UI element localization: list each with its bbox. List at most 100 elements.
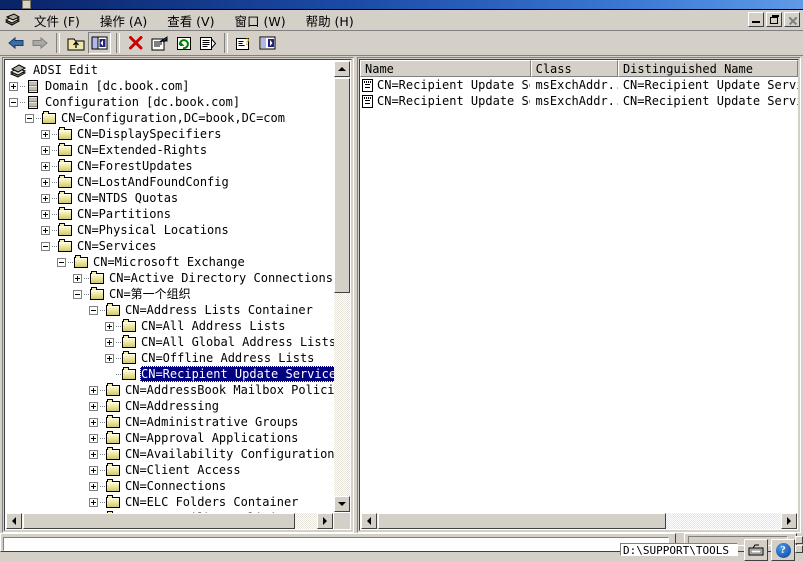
- expand-icon[interactable]: [105, 354, 114, 363]
- expand-icon[interactable]: [105, 322, 114, 331]
- expand-icon[interactable]: [41, 162, 50, 171]
- tree-item[interactable]: CN=第一个组织: [5, 286, 334, 302]
- tree-scroll-area[interactable]: ADSI EditDomain [dc.book.com]Configurati…: [5, 60, 334, 513]
- collapse-icon[interactable]: [9, 98, 18, 107]
- tree-view[interactable]: ADSI EditDomain [dc.book.com]Configurati…: [5, 60, 334, 513]
- tree-item[interactable]: CN=NTDS Quotas: [5, 190, 334, 206]
- tree-item[interactable]: CN=AddressBook Mailbox Policies: [5, 382, 334, 398]
- list-row[interactable]: CN=Recipient Update Ser...msExchAddr...C…: [360, 77, 798, 93]
- back-button[interactable]: [4, 32, 27, 54]
- expand-icon[interactable]: [105, 338, 114, 347]
- tree-item[interactable]: CN=Administrative Groups: [5, 414, 334, 430]
- tree-item[interactable]: CN=Microsoft Exchange: [5, 254, 334, 270]
- tree-item[interactable]: Domain [dc.book.com]: [5, 78, 334, 94]
- list-scroll-left-button[interactable]: [361, 513, 377, 529]
- tree-item[interactable]: CN=Address Lists Container: [5, 302, 334, 318]
- expand-icon[interactable]: [89, 402, 98, 411]
- expand-icon[interactable]: [89, 434, 98, 443]
- tree-item[interactable]: CN=All Address Lists: [5, 318, 334, 334]
- tree-item[interactable]: CN=Client Access: [5, 462, 334, 478]
- tree-item[interactable]: CN=DisplaySpecifiers: [5, 126, 334, 142]
- list-row[interactable]: CN=Recipient Update Ser...msExchAddr...C…: [360, 93, 798, 109]
- spinner-up-button[interactable]: [795, 536, 803, 544]
- list-view[interactable]: NameClassDistinguished Name CN=Recipient…: [360, 60, 798, 513]
- tree-scroll-down-button[interactable]: [334, 496, 350, 512]
- expand-icon[interactable]: [89, 498, 98, 507]
- expand-icon[interactable]: [89, 450, 98, 459]
- collapse-icon[interactable]: [41, 242, 50, 251]
- forward-button[interactable]: [28, 32, 51, 54]
- tree-scroll-up-button[interactable]: [334, 61, 350, 77]
- menu-action[interactable]: 操作 (A): [90, 9, 157, 32]
- collapse-icon[interactable]: [25, 114, 34, 123]
- export-list-button[interactable]: [196, 32, 219, 54]
- tree-vertical-scrollbar[interactable]: [334, 61, 350, 512]
- show-details-button[interactable]: [256, 32, 279, 54]
- tree-item[interactable]: CN=Extended-Rights: [5, 142, 334, 158]
- show-hide-tree-button[interactable]: [88, 32, 111, 54]
- app-system-icon[interactable]: [4, 13, 21, 28]
- list-column-header[interactable]: Distinguished Name: [618, 60, 798, 77]
- tree-item[interactable]: CN=Offline Address Lists: [5, 350, 334, 366]
- tree-item-root[interactable]: ADSI Edit: [5, 62, 334, 78]
- list-header[interactable]: NameClassDistinguished Name: [360, 60, 798, 77]
- list-scroll-right-button[interactable]: [781, 513, 797, 529]
- properties-button[interactable]: [148, 32, 171, 54]
- expand-icon[interactable]: [9, 82, 18, 91]
- help-icon-button[interactable]: ?: [771, 539, 795, 561]
- expand-icon[interactable]: [41, 226, 50, 235]
- tree-item[interactable]: Configuration [dc.book.com]: [5, 94, 334, 110]
- list-hscroll-thumb[interactable]: [378, 513, 666, 529]
- menu-window[interactable]: 窗口 (W): [224, 9, 295, 32]
- up-one-level-button[interactable]: [64, 32, 87, 54]
- expand-icon[interactable]: [41, 130, 50, 139]
- mdi-close-button[interactable]: [784, 12, 800, 27]
- expand-icon[interactable]: [41, 178, 50, 187]
- tree-item[interactable]: CN=Connections: [5, 478, 334, 494]
- refresh-button[interactable]: [172, 32, 195, 54]
- collapse-icon[interactable]: [57, 258, 66, 267]
- expand-icon[interactable]: [89, 386, 98, 395]
- tree-scroll-left-button[interactable]: [6, 513, 22, 529]
- tree-item[interactable]: CN=Configuration,DC=book,DC=com: [5, 110, 334, 126]
- delete-button[interactable]: [124, 32, 147, 54]
- tree-item[interactable]: CN=Partitions: [5, 206, 334, 222]
- mdi-restore-button[interactable]: [766, 12, 782, 27]
- tree-item[interactable]: CN=Recipient Update Services: [5, 366, 334, 382]
- list-body[interactable]: CN=Recipient Update Ser...msExchAddr...C…: [360, 77, 798, 109]
- collapse-icon[interactable]: [73, 290, 82, 299]
- tree-item[interactable]: CN=ELC Folders Container: [5, 494, 334, 510]
- tree-item[interactable]: CN=Active Directory Connections: [5, 270, 334, 286]
- tree-item[interactable]: CN=Addressing: [5, 398, 334, 414]
- menu-view[interactable]: 查看 (V): [157, 9, 224, 32]
- tree-item[interactable]: CN=Physical Locations: [5, 222, 334, 238]
- expand-icon[interactable]: [89, 418, 98, 427]
- expand-icon[interactable]: [89, 466, 98, 475]
- menu-file[interactable]: 文件 (F): [24, 9, 90, 32]
- expand-icon[interactable]: [89, 482, 98, 491]
- collapse-icon[interactable]: [89, 306, 98, 315]
- tree-item[interactable]: CN=ForestUpdates: [5, 158, 334, 174]
- tree-scroll-thumb[interactable]: [334, 78, 350, 293]
- path-field[interactable]: D:\SUPPORT\TOOLS: [620, 543, 738, 556]
- help-button[interactable]: ?: [232, 32, 255, 54]
- menu-help[interactable]: 帮助 (H): [296, 9, 364, 32]
- tree-item[interactable]: CN=LostAndFoundConfig: [5, 174, 334, 190]
- expand-icon[interactable]: [41, 194, 50, 203]
- tree-scroll-right-button[interactable]: [317, 513, 333, 529]
- list-column-header[interactable]: Name: [360, 60, 531, 77]
- tree-item[interactable]: CN=Approval Applications: [5, 430, 334, 446]
- keyboard-icon-button[interactable]: [744, 539, 768, 561]
- expand-icon[interactable]: [73, 274, 82, 283]
- tree-item[interactable]: CN=Availability Configuration: [5, 446, 334, 462]
- expand-icon[interactable]: [41, 210, 50, 219]
- list-horizontal-scrollbar[interactable]: [361, 513, 797, 529]
- tree-hscroll-thumb[interactable]: [23, 513, 295, 529]
- mdi-minimize-button[interactable]: [748, 12, 764, 27]
- expand-icon[interactable]: [41, 146, 50, 155]
- tree-horizontal-scrollbar[interactable]: [6, 513, 333, 529]
- tree-item[interactable]: CN=Services: [5, 238, 334, 254]
- window-system-icon[interactable]: [22, 0, 31, 9]
- tree-item[interactable]: CN=All Global Address Lists: [5, 334, 334, 350]
- list-column-header[interactable]: Class: [531, 60, 618, 77]
